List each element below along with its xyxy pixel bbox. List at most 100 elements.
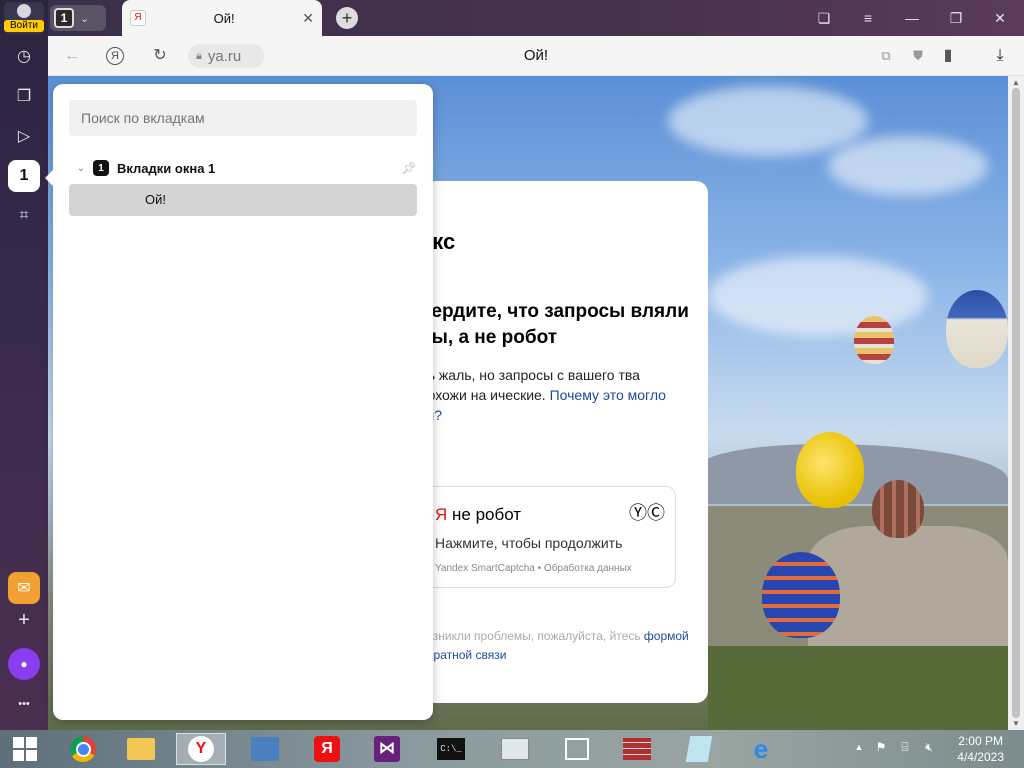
bookmark-icon[interactable]: ▮: [938, 46, 958, 66]
cloud: [828, 136, 988, 196]
notepad-icon: [685, 736, 713, 762]
chrome-taskbar-button[interactable]: [58, 733, 108, 765]
user-avatar-icon: [17, 4, 31, 18]
control-panel-taskbar-button[interactable]: [240, 733, 290, 765]
browser-toolbar: Ой! ← Я ↻ 🔒︎ ya.ru ⧉ ⛊ ▮ ⤓: [48, 36, 1024, 76]
alice-icon: ●: [20, 657, 28, 671]
tabs-counter-icon: 1: [19, 167, 29, 184]
balloon: [854, 316, 894, 364]
windows-taskbar: Y Я ⋈ C:\_ e ▲ ⚑ ⌸ 🔇︎ 2:00 PM 4/4/2023: [0, 730, 1024, 768]
monitor-taskbar-button[interactable]: [490, 733, 540, 765]
reload-icon[interactable]: ↻: [150, 46, 170, 66]
balloon: [762, 552, 840, 638]
tab-title: Ой!: [213, 10, 235, 26]
active-tab[interactable]: Я Ой! ✕: [122, 0, 322, 36]
tab-strip: 1 ⌄ Я Ой! ✕ + ❏ ≡ — ❐ ✕: [48, 0, 1024, 36]
scroll-thumb[interactable]: [1012, 88, 1020, 718]
cmd-taskbar-button[interactable]: C:\_: [426, 733, 476, 765]
volume-muted-icon[interactable]: 🔇︎: [922, 740, 936, 754]
add-sidebar-button[interactable]: +: [8, 604, 40, 636]
window-group-label: Вкладки окна 1: [117, 160, 216, 176]
menu-icon[interactable]: ≡: [858, 8, 878, 28]
close-tab-icon[interactable]: ✕: [302, 10, 314, 27]
browser-sidebar: Войти ◷ ❐ ▷ 1 ⌗ ✉ + ● •••: [0, 0, 48, 730]
cloud: [668, 86, 868, 156]
balloon: [872, 480, 924, 538]
protect-icon[interactable]: ⛊: [908, 46, 928, 66]
tab-counter-button[interactable]: 1 ⌄: [50, 5, 106, 31]
login-label: Войти: [4, 20, 44, 32]
login-button[interactable]: Войти: [4, 2, 44, 34]
start-button[interactable]: [0, 733, 50, 765]
restore-icon[interactable]: ❐: [946, 8, 966, 28]
bookmarks-bar-icon[interactable]: ❏: [814, 8, 834, 28]
notepad-taskbar-button[interactable]: [674, 733, 724, 765]
tray-clock[interactable]: 2:00 PM 4/4/2023: [957, 733, 1004, 765]
visual-studio-taskbar-button[interactable]: ⋈: [362, 733, 412, 765]
folder-icon: [127, 738, 155, 760]
tray-chevron-up-icon[interactable]: ▲: [852, 740, 866, 754]
close-window-icon[interactable]: ✕: [990, 8, 1010, 28]
yandex-taskbar-button[interactable]: Я: [302, 733, 352, 765]
not-robot-text: не робот: [452, 505, 522, 524]
video-icon: ▷: [17, 128, 31, 145]
yandex-browser-taskbar-button[interactable]: Y: [176, 733, 226, 765]
windows-taskbar-button[interactable]: [552, 733, 602, 765]
explorer-taskbar-button[interactable]: [116, 733, 166, 765]
trees: [708, 646, 1008, 730]
problems-text: возникли проблемы, пожалуйста, йтесь фор…: [420, 627, 690, 665]
pin-icon[interactable]: 📌︎: [401, 161, 417, 175]
tab-list-item[interactable]: Ой!: [69, 184, 417, 216]
history-button[interactable]: ◷: [8, 40, 40, 72]
smartcaptcha-widget[interactable]: Я не робот Нажмите, чтобы продолжить Yan…: [422, 486, 676, 588]
balloon: [946, 290, 1008, 368]
task-view-icon: [565, 738, 589, 760]
tabs-panel-button[interactable]: 1: [8, 160, 40, 192]
new-tab-button[interactable]: +: [336, 7, 358, 29]
firewall-icon: [623, 738, 651, 760]
cloud: [708, 256, 928, 336]
tabs-search-panel: ⌄ 1 Вкладки окна 1 📌︎ Ой!: [45, 84, 433, 720]
yandex-favicon-icon: Я: [130, 10, 146, 26]
screenshot-icon: ⌗: [19, 207, 29, 224]
tab-search-input[interactable]: [69, 100, 417, 136]
yandex-browser-icon: Y: [188, 736, 214, 762]
internet-explorer-icon: e: [753, 734, 769, 764]
translate-icon[interactable]: ⧉: [876, 46, 896, 66]
more-button[interactable]: •••: [8, 688, 40, 720]
window-tab-group[interactable]: ⌄ 1 Вкладки окна 1 📌︎: [69, 156, 417, 180]
window-badge: 1: [93, 160, 109, 176]
firewall-taskbar-button[interactable]: [612, 733, 662, 765]
cmd-icon: C:\_: [437, 738, 465, 760]
collections-button[interactable]: ❐: [8, 80, 40, 112]
scroll-down-icon[interactable]: ▼: [1008, 719, 1024, 728]
address-bar[interactable]: 🔒︎ ya.ru: [188, 44, 264, 68]
clock-time: 2:00 PM: [958, 734, 1003, 748]
mail-button[interactable]: ✉: [8, 572, 40, 604]
captcha-heading: вердите, что запросы вляли вы, а не робо…: [420, 301, 689, 348]
back-icon[interactable]: ←: [62, 46, 82, 66]
url-text: ya.ru: [207, 47, 242, 65]
video-button[interactable]: ▷: [8, 120, 40, 152]
captcha-footer[interactable]: Yandex SmartCaptcha • Обработка данных: [435, 563, 632, 574]
chevron-down-icon: ⌄: [80, 12, 90, 25]
captcha-description: нь жаль, но запросы с вашего тва похожи …: [420, 365, 690, 425]
alice-button[interactable]: ●: [8, 648, 40, 680]
network-icon[interactable]: ⌸: [898, 740, 912, 754]
chevron-down-icon[interactable]: ⌄: [69, 163, 93, 174]
smartcaptcha-logo-icon: ⓎⒸ: [629, 503, 665, 523]
page-scrollbar[interactable]: ▲ ▼: [1008, 76, 1024, 730]
screenshot-button[interactable]: ⌗: [8, 200, 40, 232]
more-icon: •••: [18, 698, 30, 710]
action-center-flag-icon[interactable]: ⚑: [874, 740, 888, 754]
download-icon[interactable]: ⤓: [990, 46, 1010, 66]
minimize-icon[interactable]: —: [902, 8, 922, 28]
history-icon: ◷: [17, 48, 31, 65]
ie-taskbar-button[interactable]: e: [736, 733, 786, 765]
windows-logo-icon: [13, 737, 37, 761]
yandex-home-icon[interactable]: Я: [106, 47, 124, 65]
lock-icon[interactable]: 🔒︎: [196, 50, 202, 63]
scroll-up-icon[interactable]: ▲: [1008, 78, 1024, 87]
clock-date: 4/4/2023: [957, 750, 1004, 764]
collections-icon: ❐: [16, 88, 32, 105]
